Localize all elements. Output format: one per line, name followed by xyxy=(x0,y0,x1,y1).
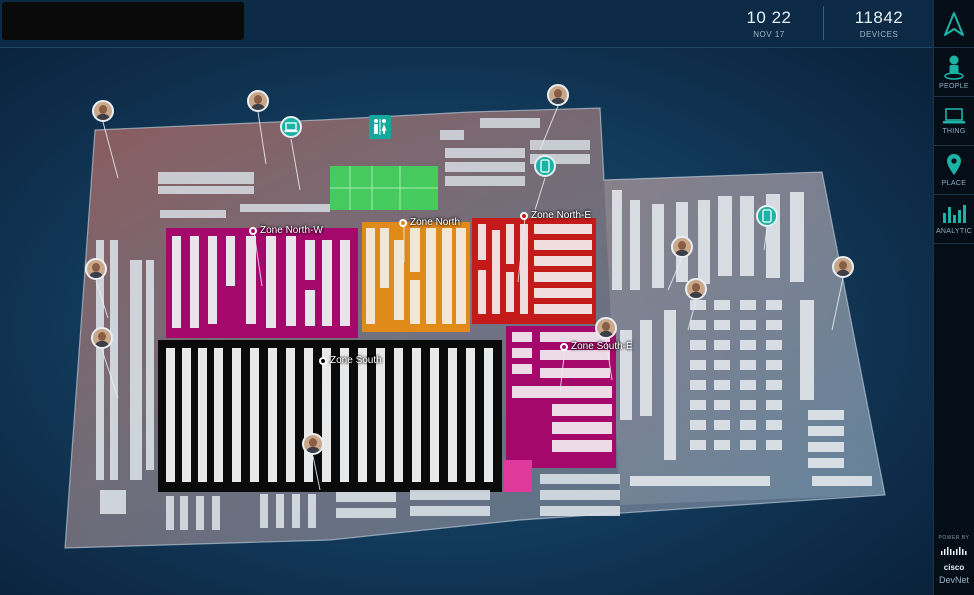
restroom-marker[interactable] xyxy=(369,115,391,139)
nav-people-label: PEOPLE xyxy=(939,83,969,90)
app-logo[interactable] xyxy=(934,0,974,48)
zone-south-marker-icon xyxy=(319,356,327,365)
zone-south-name: Zone South xyxy=(330,355,382,366)
zone-north-w-marker-icon xyxy=(249,226,257,235)
nav-place[interactable]: PLACE xyxy=(934,146,974,195)
zone-label-north-w[interactable]: Zone North-W xyxy=(249,225,323,236)
laptop-device-pin[interactable] xyxy=(280,116,302,138)
person-pin-avatar[interactable] xyxy=(247,90,269,112)
person-pin-avatar[interactable] xyxy=(685,278,707,300)
compass-arrow-icon xyxy=(944,11,964,36)
person-pin-avatar[interactable] xyxy=(91,327,113,349)
devnet-brand: DevNet xyxy=(938,575,969,585)
powered-by-label: POWER BY xyxy=(938,535,970,541)
devices-label: DEVICES xyxy=(859,30,899,39)
cisco-brand: cisco xyxy=(943,563,965,572)
laptop-icon xyxy=(284,121,298,132)
redacted-title xyxy=(2,2,244,40)
stat-divider xyxy=(823,6,824,40)
floor-map[interactable] xyxy=(0,47,934,595)
nav-analytic-label: ANALYTIC xyxy=(935,228,973,235)
device-counter: 11842 DEVICES xyxy=(846,8,912,39)
person-pin-avatar[interactable] xyxy=(302,433,324,455)
zone-north-name: Zone North xyxy=(410,217,461,228)
time-display: 10 22 xyxy=(746,8,792,27)
nav-thing-label: THING xyxy=(942,128,966,135)
top-bar: 10 22 NOV 17 11842 DEVICES xyxy=(0,0,934,48)
person-pin-avatar[interactable] xyxy=(595,317,617,339)
zone-label-south[interactable]: Zone South xyxy=(319,355,382,366)
phone-icon xyxy=(540,159,550,173)
zone-label-north[interactable]: Zone North xyxy=(399,217,460,228)
person-pin-avatar[interactable] xyxy=(92,100,114,122)
zone-north-e-marker-icon xyxy=(520,211,528,220)
date-display: NOV 17 xyxy=(753,30,785,39)
zone-label-south-e[interactable]: Zone South-E xyxy=(560,341,633,352)
person-pin-avatar[interactable] xyxy=(832,256,854,278)
laptop-icon xyxy=(943,108,965,124)
zone-north-marker-icon xyxy=(399,218,407,227)
clock: 10 22 NOV 17 xyxy=(740,8,798,39)
devices-count: 11842 xyxy=(854,8,904,27)
nav-people[interactable]: PEOPLE xyxy=(934,48,974,97)
nav-thing[interactable]: THING xyxy=(934,97,974,146)
phone-icon xyxy=(762,209,772,223)
zone-north-e-name: Zone North-E xyxy=(531,210,592,221)
person-pin-avatar[interactable] xyxy=(547,84,569,106)
nav-place-label: PLACE xyxy=(941,180,967,187)
zone-north-w-name: Zone North-W xyxy=(260,225,323,236)
nav-analytic[interactable]: ANALYTIC xyxy=(934,195,974,244)
zone-south-e-marker-icon xyxy=(560,342,568,351)
phone-device-pin[interactable] xyxy=(756,205,778,227)
map-pin-icon xyxy=(947,154,961,175)
person-pin-avatar[interactable] xyxy=(671,236,693,258)
person-icon xyxy=(944,55,964,80)
bar-chart-icon xyxy=(943,205,966,223)
cisco-logo-icon xyxy=(941,547,967,555)
phone-device-pin[interactable] xyxy=(534,155,556,177)
restroom-icon xyxy=(374,119,387,135)
zone-label-north-e[interactable]: Zone North-E xyxy=(520,210,591,221)
powered-by: POWER BY cisco DevNet xyxy=(934,535,974,585)
zone-south-e-name: Zone South-E xyxy=(571,341,633,352)
right-nav-rail: PEOPLE THING PLACE ANALYTIC POWER BY cis… xyxy=(933,0,974,595)
person-pin-avatar[interactable] xyxy=(85,258,107,280)
magenta-block xyxy=(504,460,532,492)
